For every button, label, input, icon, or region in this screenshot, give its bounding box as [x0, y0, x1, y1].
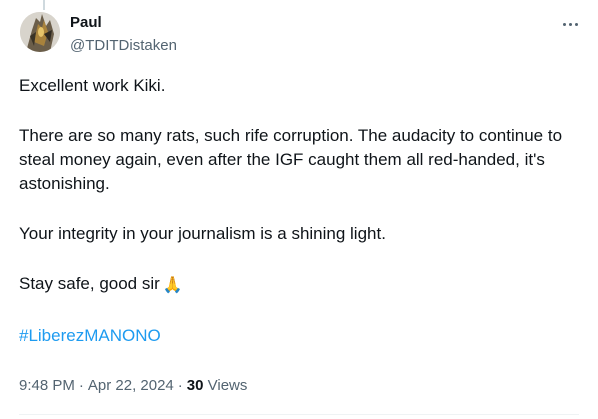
- author-display-name[interactable]: Paul: [70, 13, 102, 33]
- author-handle[interactable]: @TDITDistaken: [70, 36, 177, 56]
- more-horizontal-icon-dot: [568, 22, 572, 26]
- more-horizontal-icon-dot: [574, 22, 578, 26]
- meta-separator: ·: [177, 377, 183, 394]
- tweet-paragraph: Your integrity in your journalism is a s…: [19, 224, 386, 243]
- tweet-text: Excellent work Kiki. There are so many r…: [19, 74, 579, 348]
- tweet-time[interactable]: 9:48 PM: [19, 377, 75, 394]
- avatar-image: [20, 12, 60, 52]
- folded-hands-emoji-icon: 🙏: [162, 277, 183, 294]
- tweet-date[interactable]: Apr 22, 2024: [88, 377, 174, 394]
- tweet-paragraph-hashtag: #LiberezMANONO: [19, 324, 579, 348]
- avatar[interactable]: [20, 12, 60, 52]
- tweet-paragraph: Excellent work Kiki.: [19, 76, 166, 95]
- tweet-paragraph: There are so many rats, such rife corrup…: [19, 126, 563, 193]
- thread-connector-line: [43, 0, 45, 10]
- tweet-paragraph-closing: Stay safe, good sir 🙏: [19, 272, 579, 298]
- hashtag-link[interactable]: #LiberezMANONO: [19, 326, 161, 345]
- tweet-metadata: 9:48 PM · Apr 22, 2024 · 30 Views: [19, 376, 247, 396]
- views-count: 30: [186, 377, 204, 394]
- views-label: Views: [207, 377, 248, 394]
- meta-separator: ·: [78, 377, 84, 394]
- closing-text: Stay safe, good sir: [19, 274, 160, 293]
- divider: [19, 414, 579, 415]
- more-horizontal-icon: [562, 22, 566, 26]
- more-options-button[interactable]: [556, 12, 584, 36]
